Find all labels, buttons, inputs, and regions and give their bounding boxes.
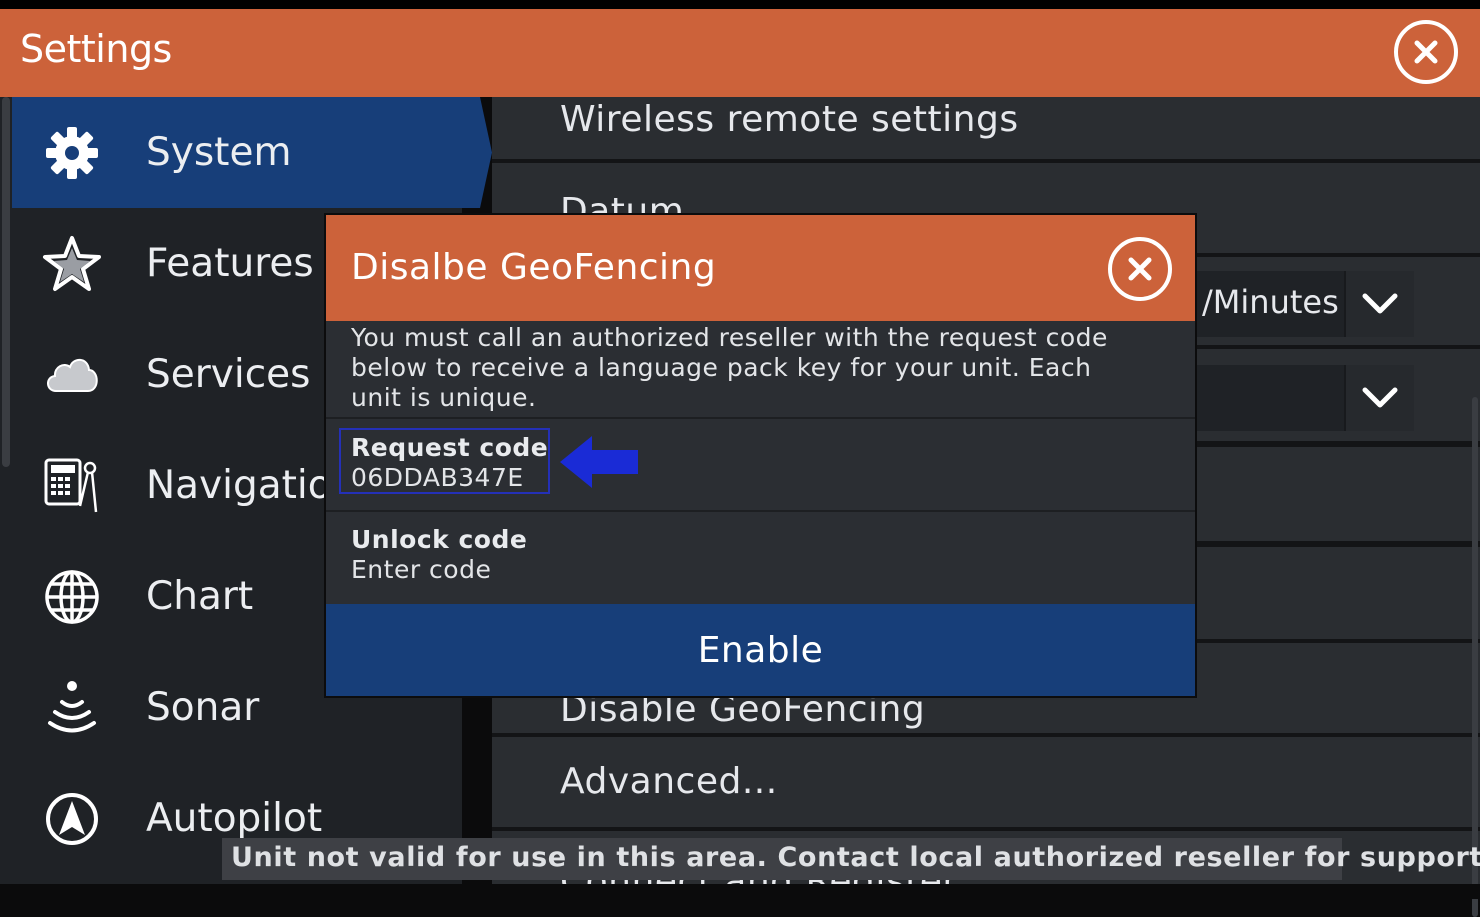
toast-notification: Unit not valid for use in this area. Con… [222, 838, 1480, 880]
chevron-down-icon [1344, 271, 1414, 337]
dialog-close-button[interactable] [1108, 237, 1172, 301]
calculator-compass-icon [40, 454, 104, 518]
settings-row-wireless-remote[interactable]: Wireless remote settings [492, 97, 1480, 159]
sidebar-item-system[interactable]: System [12, 97, 492, 208]
close-icon [1128, 257, 1152, 281]
sidebar-item-label: System [146, 130, 292, 175]
sonar-icon [40, 676, 104, 740]
enable-button[interactable]: Enable [326, 604, 1195, 696]
settings-close-button[interactable] [1394, 20, 1458, 84]
divider [326, 417, 1195, 419]
request-code-value: 06DDAB347E [351, 463, 524, 492]
sidebar-item-label: Sonar [146, 685, 260, 730]
globe-icon [40, 565, 104, 629]
settings-row-advanced[interactable]: Advanced... [492, 737, 1480, 827]
chevron-down-icon [1344, 365, 1414, 431]
request-code-label: Request code [351, 433, 549, 462]
disable-geofencing-dialog: Disalbe GeoFencing You must call an auth… [324, 213, 1197, 698]
bottom-edge [0, 884, 1480, 899]
close-icon [1414, 40, 1438, 64]
option-dropdown[interactable] [1192, 365, 1414, 431]
window-title: Settings [20, 27, 172, 71]
unlock-code-label: Unlock code [351, 525, 528, 554]
panel-scrollbar[interactable] [1472, 397, 1478, 917]
sidebar-item-label: Features [146, 241, 314, 286]
sidebar-item-label: Autopilot [146, 796, 323, 841]
title-bar: Settings [0, 9, 1480, 97]
row-label: Advanced... [560, 761, 778, 802]
dropdown-value: /Minutes [1202, 283, 1339, 321]
star-icon [40, 232, 104, 296]
dialog-title: Disalbe GeoFencing [351, 247, 717, 288]
sidebar-scrollbar[interactable] [2, 97, 10, 467]
toast-message: Unit not valid for use in this area. Con… [231, 842, 1480, 873]
sidebar-item-label: Services [146, 352, 311, 397]
coordinate-format-dropdown[interactable]: /Minutes [1192, 271, 1414, 337]
gear-icon [40, 121, 104, 185]
unlock-code-input[interactable]: Enter code [351, 555, 491, 584]
top-edge [0, 0, 1480, 9]
dialog-header: Disalbe GeoFencing [326, 215, 1195, 321]
enable-label: Enable [697, 629, 824, 671]
arrow-left-icon [560, 436, 638, 488]
dialog-description: You must call an authorized reseller wit… [351, 323, 1108, 412]
sidebar-item-label: Chart [146, 574, 254, 619]
row-label: Wireless remote settings [560, 99, 1019, 140]
autopilot-icon [40, 787, 104, 851]
unlock-code-field[interactable]: Unlock code Enter code [326, 512, 1195, 604]
cloud-icon [40, 343, 104, 407]
